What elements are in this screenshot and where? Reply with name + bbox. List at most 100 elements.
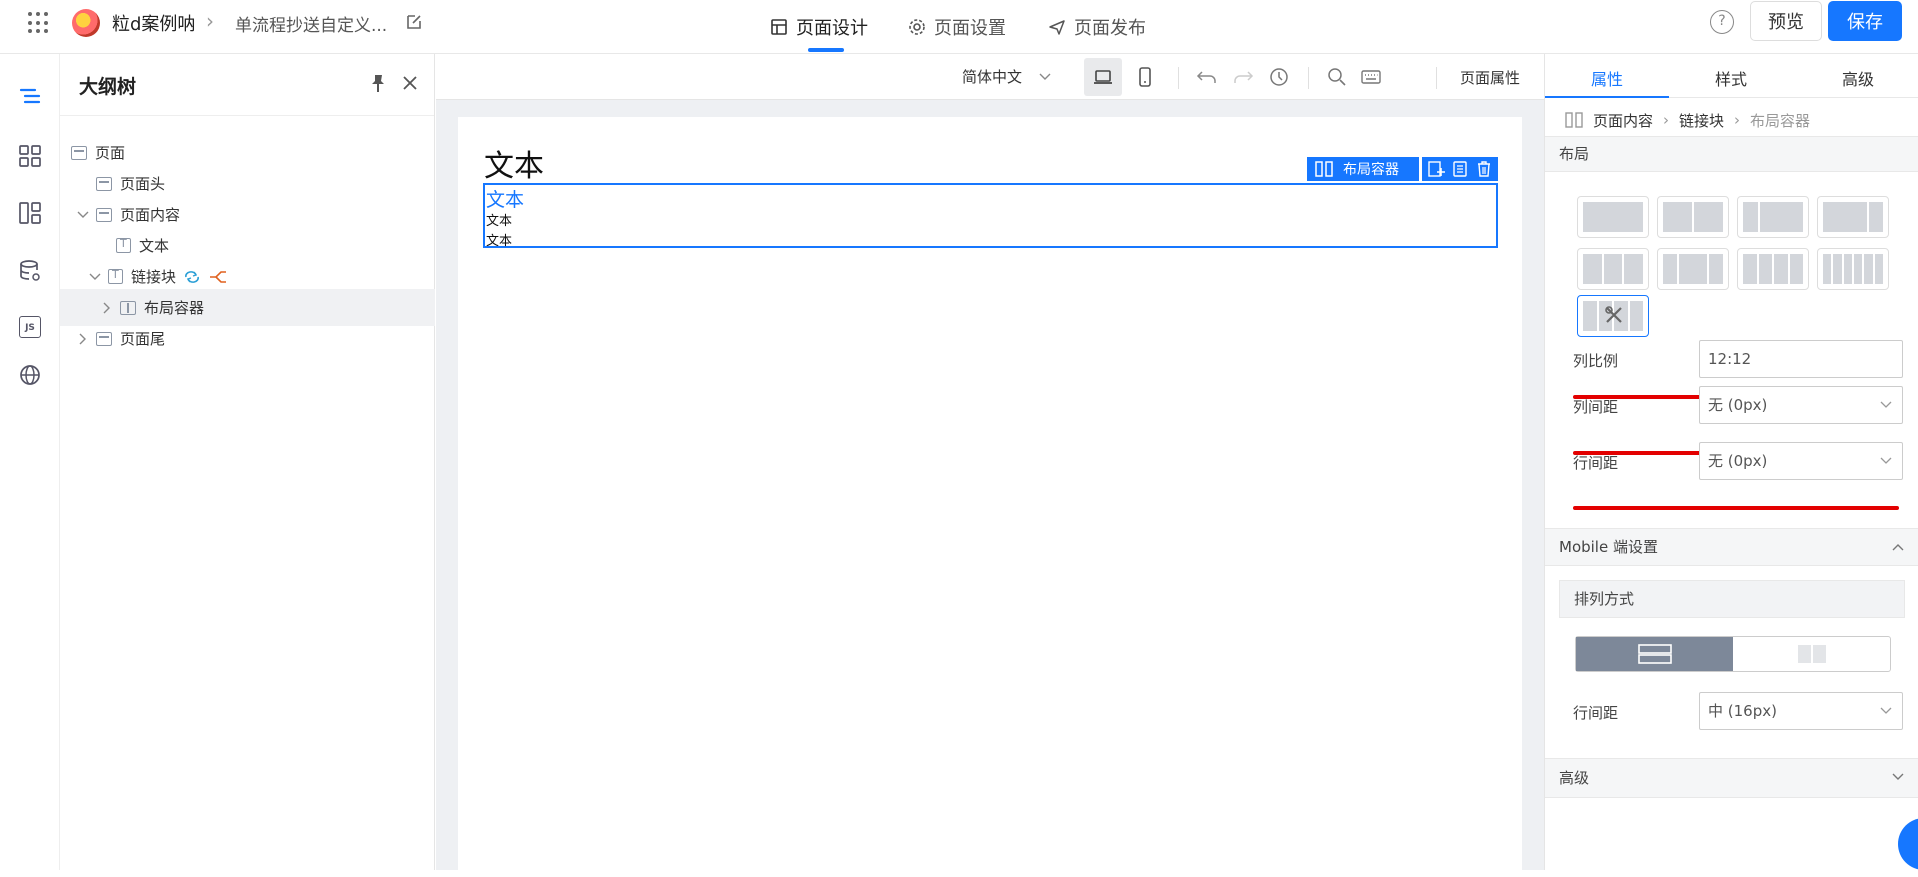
arrange-side-option[interactable]	[1733, 637, 1890, 671]
apps-grid-icon[interactable]	[28, 12, 50, 34]
selection-actions	[1422, 157, 1498, 181]
mobile-section-header[interactable]: Mobile 端设置	[1545, 528, 1918, 566]
annotation-underline	[1573, 506, 1899, 510]
arrange-segmented-control	[1575, 636, 1891, 672]
row-gap-select[interactable]: 无 (0px)	[1699, 442, 1903, 480]
column-gap-select[interactable]: 无 (0px)	[1699, 386, 1903, 424]
tab-page-settings-label: 页面设置	[934, 18, 1006, 39]
tree-node-page-footer[interactable]: 页面尾	[60, 320, 435, 357]
layout-preset-7[interactable]	[1737, 248, 1809, 290]
columns-icon	[1315, 161, 1333, 177]
outline-icon[interactable]	[17, 84, 43, 110]
tab-advanced[interactable]: 高级	[1842, 66, 1874, 90]
properties-panel: 属性 样式 高级 页面内容 › 链接块 › 布局容器 布局 列比例 12:12	[1544, 54, 1918, 870]
help-icon[interactable]: ?	[1710, 10, 1734, 34]
history-button[interactable]	[1260, 58, 1298, 96]
language-select[interactable]: 简体中文	[962, 66, 1052, 87]
chevron-down-icon	[1880, 457, 1892, 464]
keyboard-icon	[1361, 70, 1381, 84]
send-icon	[1049, 20, 1065, 35]
advanced-section-title: 高级	[1559, 769, 1590, 787]
layout-panel-icon[interactable]	[17, 200, 43, 226]
preview-button[interactable]: 预览	[1750, 1, 1822, 41]
branch-icon	[210, 270, 227, 283]
layout-preset-5[interactable]	[1577, 248, 1649, 290]
close-icon[interactable]	[399, 72, 421, 94]
breadcrumb-item[interactable]: 页面内容	[1593, 110, 1653, 131]
outline-header: 大纲树	[60, 54, 434, 116]
tab-page-publish[interactable]: 页面发布	[1048, 0, 1146, 54]
layout-preset-2[interactable]	[1657, 196, 1729, 238]
mobile-row-gap-label: 行间距	[1573, 704, 1619, 722]
globe-icon[interactable]	[17, 362, 43, 388]
chevron-down-icon	[1892, 773, 1904, 780]
chevron-right-icon[interactable]	[100, 301, 114, 315]
chevron-right-icon: ›	[1663, 111, 1670, 129]
delete-icon[interactable]	[1475, 160, 1493, 178]
layout-preset-custom[interactable]	[1577, 295, 1649, 337]
tab-page-settings[interactable]: 页面设置	[908, 0, 1006, 54]
edit-icon[interactable]	[404, 12, 424, 32]
properties-tabs: 属性 样式 高级	[1545, 54, 1918, 98]
canvas-link-text[interactable]: 文本	[486, 185, 524, 212]
outline-title: 大纲树	[79, 76, 137, 98]
desktop-view-button[interactable]	[1084, 58, 1122, 96]
layout-preset-1[interactable]	[1577, 196, 1649, 238]
chevron-right-icon: ›	[206, 9, 214, 33]
chevron-down-icon[interactable]	[76, 208, 90, 222]
loop-icon	[185, 270, 199, 283]
chevron-down-icon[interactable]	[88, 270, 102, 284]
add-sibling-icon[interactable]	[1427, 160, 1445, 178]
selection-tag[interactable]: 布局容器	[1307, 157, 1419, 181]
page-properties-button[interactable]: 页面属性	[1460, 67, 1520, 88]
tab-properties[interactable]: 属性	[1591, 66, 1623, 90]
search-icon	[1328, 68, 1346, 86]
column-gap-value: 无 (0px)	[1708, 396, 1768, 414]
layout-preset-8[interactable]	[1817, 248, 1889, 290]
column-ratio-input[interactable]: 12:12	[1699, 340, 1903, 378]
arrange-header: 排列方式	[1559, 580, 1905, 618]
datasource-icon[interactable]	[17, 258, 43, 284]
js-icon[interactable]: JS	[19, 316, 41, 338]
mobile-view-button[interactable]	[1126, 58, 1164, 96]
section-icon	[96, 331, 112, 346]
row-gap-label: 行间距	[1573, 454, 1619, 472]
canvas-text-item[interactable]: 文本	[486, 230, 512, 249]
layout-preset-4[interactable]	[1817, 196, 1889, 238]
canvas-toolbar: 简体中文 页面属性	[436, 54, 1544, 100]
tab-style[interactable]: 样式	[1715, 66, 1747, 90]
components-icon[interactable]	[17, 143, 43, 169]
arrange-stacked-option[interactable]	[1576, 637, 1733, 671]
layout-section-header: 布局	[1545, 136, 1918, 172]
save-button[interactable]: 保存	[1828, 1, 1902, 41]
mobile-row-gap-select[interactable]: 中 (16px)	[1699, 692, 1903, 730]
layout-preset-3[interactable]	[1737, 196, 1809, 238]
undo-button[interactable]	[1188, 58, 1226, 96]
app-name[interactable]: 粒d案例呐	[112, 10, 195, 36]
shortcuts-button[interactable]	[1352, 58, 1390, 96]
canvas-text-title[interactable]: 文本	[484, 141, 544, 185]
breadcrumb-item[interactable]: 链接块	[1679, 110, 1724, 131]
arrange-label: 排列方式	[1574, 590, 1635, 608]
advanced-section-header[interactable]: 高级	[1545, 758, 1918, 798]
selected-layout-container[interactable]: 文本 文本 文本	[483, 183, 1498, 249]
tab-page-design[interactable]: 页面设计	[770, 0, 868, 54]
row-gap-value: 无 (0px)	[1708, 452, 1768, 470]
breadcrumb: 页面内容 › 链接块 › 布局容器	[1565, 106, 1810, 134]
language-value: 简体中文	[962, 68, 1023, 86]
layout-section-title: 布局	[1559, 145, 1590, 163]
pin-icon[interactable]	[367, 72, 389, 94]
selection-tag-label: 布局容器	[1343, 162, 1399, 178]
chevron-right-icon[interactable]	[76, 332, 90, 346]
columns-icon	[1797, 645, 1826, 663]
canvas-text-item[interactable]: 文本	[486, 210, 512, 229]
redo-button[interactable]	[1224, 58, 1262, 96]
copy-icon[interactable]	[1451, 160, 1469, 178]
section-icon	[96, 176, 112, 191]
chevron-down-icon	[1880, 707, 1892, 714]
column-gap-row: 列间距 无 (0px)	[1573, 386, 1903, 426]
toolbar-divider	[1436, 67, 1437, 89]
search-button[interactable]	[1318, 58, 1356, 96]
document-name[interactable]: 单流程抄送自定义...	[235, 11, 387, 36]
layout-preset-6[interactable]	[1657, 248, 1729, 290]
